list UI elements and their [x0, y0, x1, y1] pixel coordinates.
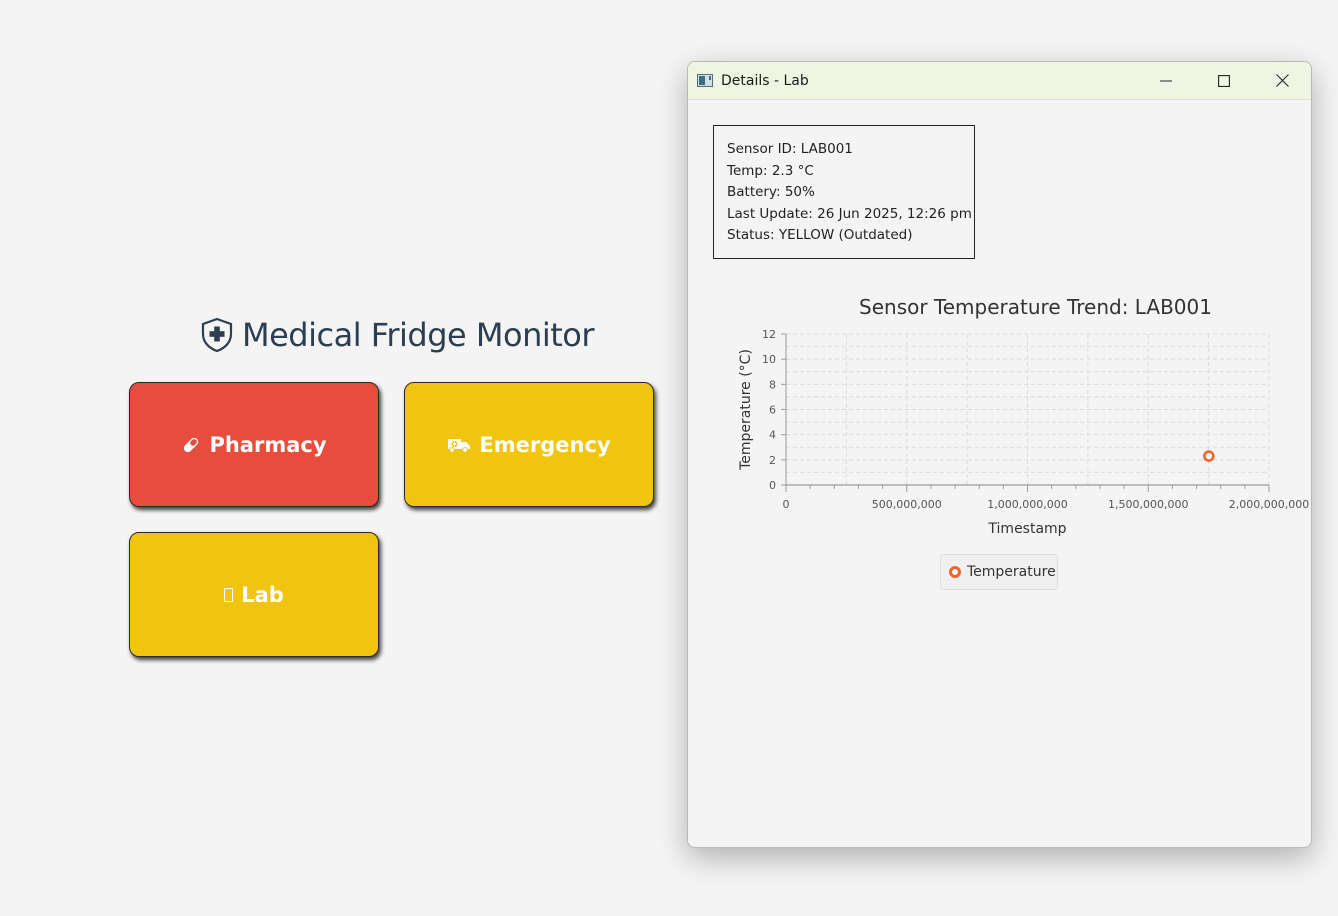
- window-controls: [1137, 62, 1311, 99]
- emergency-label: Emergency: [479, 432, 611, 457]
- maximize-button[interactable]: [1195, 62, 1253, 99]
- lab-tile-button[interactable]: Lab: [129, 532, 379, 657]
- y-tick-label: 12: [762, 328, 776, 341]
- sensor-id-text: Sensor ID: LAB001: [727, 141, 853, 157]
- close-button[interactable]: [1253, 62, 1311, 99]
- y-tick-label: 6: [769, 404, 776, 417]
- x-tick-label: 1,500,000,000: [1108, 498, 1188, 511]
- sensor-info-box: Sensor ID: LAB001 Temp: 2.3 °C Battery: …: [713, 125, 975, 259]
- minimize-button[interactable]: [1137, 62, 1195, 99]
- details-window: Details - Lab Sensor ID: LAB001 Temp: 2.…: [687, 61, 1312, 848]
- shield-plus-icon: [200, 317, 234, 353]
- pharmacy-label: Pharmacy: [209, 432, 327, 457]
- x-tick-label: 500,000,000: [872, 498, 942, 511]
- chart-title: Sensor Temperature Trend: LAB001: [859, 295, 1212, 319]
- maximize-icon: [1218, 74, 1230, 87]
- data-point: [1203, 450, 1215, 462]
- y-tick-label: 10: [762, 353, 776, 366]
- app-window-icon: [697, 74, 713, 87]
- missing-glyph-icon: [224, 587, 234, 602]
- window-title: Details - Lab: [721, 72, 809, 89]
- temperature-text: Temp: 2.3 °C: [727, 162, 814, 179]
- temperature-chart: Sensor Temperature Trend: LAB001 0 2 4 6 8 10 1…: [738, 295, 1309, 537]
- pharmacy-tile-button[interactable]: Pharmacy: [129, 382, 379, 507]
- legend-marker-icon: [949, 566, 961, 578]
- close-icon: [1275, 74, 1289, 87]
- window-titlebar[interactable]: Details - Lab: [688, 62, 1311, 100]
- lab-label: Lab: [241, 582, 284, 607]
- x-tick-label: 1,000,000,000: [987, 498, 1067, 511]
- x-tick-label: 0: [783, 498, 790, 511]
- y-tick-label: 4: [769, 429, 776, 442]
- last-update-text: Last Update: 26 Jun 2025, 12:26 pm: [727, 205, 972, 222]
- y-tick-label: 0: [769, 479, 776, 492]
- minimize-icon: [1160, 79, 1172, 82]
- legend-label: Temperature: [967, 564, 1056, 580]
- chart-legend: Temperature: [940, 554, 1058, 590]
- app-title: Medical Fridge Monitor: [200, 316, 595, 354]
- ambulance-icon: [447, 436, 471, 454]
- status-text: Status: YELLOW (Outdated): [727, 227, 913, 243]
- y-tick-label: 8: [769, 378, 776, 391]
- pill-icon: [181, 435, 201, 455]
- battery-text: Battery: 50%: [727, 184, 815, 200]
- app-title-text: Medical Fridge Monitor: [242, 316, 595, 354]
- x-axis-title: Timestamp: [987, 521, 1066, 537]
- x-tick-label: 2,000,000,000: [1229, 498, 1309, 511]
- y-tick-label: 2: [769, 454, 776, 467]
- y-axis-title: Temperature (°C): [738, 349, 754, 471]
- emergency-tile-button[interactable]: Emergency: [404, 382, 654, 507]
